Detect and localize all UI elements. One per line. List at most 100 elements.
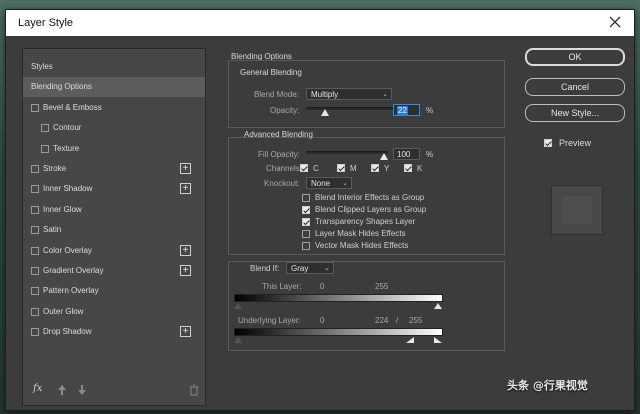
- underlying-separator: /: [396, 316, 399, 325]
- title-bar: Layer Style: [6, 10, 634, 36]
- effect-item-inner-glow[interactable]: Inner Glow: [23, 200, 205, 220]
- fx-icon[interactable]: fx: [33, 383, 42, 394]
- option-label: Transparency Shapes Layer: [315, 217, 416, 226]
- new-style-button[interactable]: New Style...: [525, 104, 625, 122]
- effect-item-pattern-overlay[interactable]: Pattern Overlay: [23, 281, 205, 301]
- general-blending-title: General Blending: [240, 68, 302, 77]
- opacity-slider-track[interactable]: [306, 107, 394, 110]
- knockout-select[interactable]: None ⌄: [306, 177, 352, 189]
- blend-if-label: Blend If:: [250, 264, 280, 273]
- option-checkbox-blend-clipped-layers-as-group[interactable]: [302, 206, 310, 214]
- effect-checkbox[interactable]: [31, 205, 39, 214]
- chevron-down-icon: ⌄: [324, 265, 330, 272]
- channels-label: Channels:: [266, 164, 303, 173]
- effect-item-styles[interactable]: Styles: [23, 57, 205, 77]
- channel-y-label: Y: [384, 164, 390, 173]
- effect-checkbox[interactable]: [31, 185, 39, 194]
- underlying-white-split-left[interactable]: [406, 337, 414, 343]
- effect-item-color-overlay[interactable]: Color Overlay +: [23, 241, 205, 261]
- channel-m-label: M: [350, 164, 357, 173]
- option-checkbox-layer-mask-hides-effects[interactable]: [302, 230, 310, 238]
- knockout-value: None: [311, 179, 331, 188]
- opacity-input[interactable]: 22: [393, 104, 420, 116]
- effect-checkbox[interactable]: [41, 124, 49, 133]
- trash-icon[interactable]: [189, 384, 199, 396]
- add-effect-icon[interactable]: +: [180, 265, 191, 276]
- option-checkbox-transparency-shapes-layer[interactable]: [302, 218, 310, 226]
- underlying-layer-label: Underlying Layer:: [238, 316, 301, 325]
- effect-checkbox[interactable]: [31, 165, 39, 173]
- effect-item-label: Blending Options: [31, 82, 92, 92]
- effect-item-label: Bevel & Emboss: [43, 102, 102, 112]
- option-checkbox-blend-interior-effects-as-group[interactable]: [302, 194, 310, 202]
- blend-mode-label: Blend Mode:: [254, 90, 299, 99]
- blend-if-select[interactable]: Gray ⌄: [286, 262, 334, 274]
- channel-k-checkbox[interactable]: [404, 164, 412, 172]
- option-label: Vector Mask Hides Effects: [315, 241, 409, 250]
- opacity-unit: %: [426, 106, 434, 115]
- effect-item-blending-options[interactable]: Blending Options: [23, 77, 205, 98]
- add-effect-icon[interactable]: +: [180, 183, 191, 195]
- cancel-button[interactable]: Cancel: [525, 78, 625, 96]
- effect-item-label: Satin: [43, 225, 62, 235]
- effects-list: Drop Shadow + Outer Glow Pattern Overlay Gra…: [22, 48, 206, 406]
- effect-item-stroke[interactable]: Stroke +: [23, 159, 205, 179]
- effect-item-contour[interactable]: Contour: [23, 118, 205, 138]
- this-layer-low: 0: [320, 282, 325, 291]
- fill-opacity-input[interactable]: 100: [393, 148, 420, 160]
- option-checkbox-vector-mask-hides-effects[interactable]: [302, 242, 310, 250]
- move-up-icon[interactable]: [57, 384, 67, 396]
- this-layer-white-slider[interactable]: [434, 303, 442, 309]
- effect-item-texture[interactable]: Texture: [23, 139, 205, 159]
- channel-c-checkbox[interactable]: [300, 164, 308, 172]
- effect-checkbox[interactable]: [41, 144, 49, 153]
- this-layer-label: This Layer:: [262, 282, 302, 291]
- effect-item-label: Color Overlay: [43, 245, 92, 255]
- ok-button[interactable]: OK: [525, 48, 625, 66]
- effect-item-bevel-emboss[interactable]: Bevel & Emboss: [23, 98, 205, 118]
- effect-item-inner-shadow[interactable]: Inner Shadow +: [23, 179, 205, 199]
- channel-m-checkbox[interactable]: [337, 164, 345, 172]
- blending-options-panel: Blending Options General Blending Blend …: [228, 52, 505, 398]
- channel-k-label: K: [417, 164, 423, 173]
- effect-item-satin[interactable]: Satin: [23, 220, 205, 240]
- watermark-text: 头条 @行果视觉: [507, 379, 588, 392]
- this-layer-black-slider[interactable]: [234, 303, 242, 309]
- fill-opacity-label: Fill Opacity:: [258, 150, 300, 159]
- effect-checkbox[interactable]: [31, 226, 39, 235]
- add-effect-icon[interactable]: +: [180, 163, 191, 174]
- fill-opacity-slider-thumb[interactable]: [380, 153, 388, 160]
- effect-item-outer-glow[interactable]: Outer Glow: [23, 302, 205, 322]
- underlying-layer-gradient: [234, 328, 443, 336]
- chevron-down-icon: ⌄: [342, 180, 348, 187]
- opacity-label: Opacity:: [270, 106, 300, 115]
- fill-opacity-unit: %: [426, 150, 434, 159]
- effect-checkbox[interactable]: [31, 103, 39, 112]
- underlying-black-slider[interactable]: [234, 337, 242, 343]
- channel-y-checkbox[interactable]: [371, 164, 379, 172]
- preview-checkbox[interactable]: [544, 139, 552, 147]
- effect-item-label: Gradient Overlay: [43, 266, 104, 275]
- channel-c-label: C: [313, 164, 319, 173]
- dialog-title: Layer Style: [18, 17, 74, 29]
- underlying-white-split-right[interactable]: [434, 337, 442, 343]
- preview-thumbnail: [551, 185, 603, 235]
- opacity-slider-thumb[interactable]: [321, 109, 330, 116]
- knockout-label: Knockout:: [264, 179, 300, 188]
- effect-item-gradient-overlay[interactable]: Gradient Overlay +: [23, 261, 205, 281]
- move-down-icon[interactable]: [77, 384, 87, 396]
- effect-item-label: Stroke: [43, 164, 67, 173]
- add-effect-icon[interactable]: +: [180, 326, 191, 338]
- close-icon[interactable]: [608, 15, 622, 29]
- effect-checkbox[interactable]: [31, 267, 39, 275]
- effect-checkbox[interactable]: [31, 328, 39, 337]
- blend-mode-select[interactable]: Multiply ⌄: [306, 88, 392, 100]
- effect-checkbox[interactable]: [31, 246, 39, 255]
- add-effect-icon[interactable]: +: [180, 244, 191, 256]
- preview-label: Preview: [559, 138, 592, 148]
- effect-checkbox[interactable]: [31, 307, 39, 316]
- fill-opacity-slider-track[interactable]: [306, 151, 388, 154]
- effect-item-drop-shadow[interactable]: Drop Shadow +: [23, 322, 205, 342]
- effect-checkbox[interactable]: [31, 287, 39, 296]
- this-layer-gradient: [234, 294, 443, 302]
